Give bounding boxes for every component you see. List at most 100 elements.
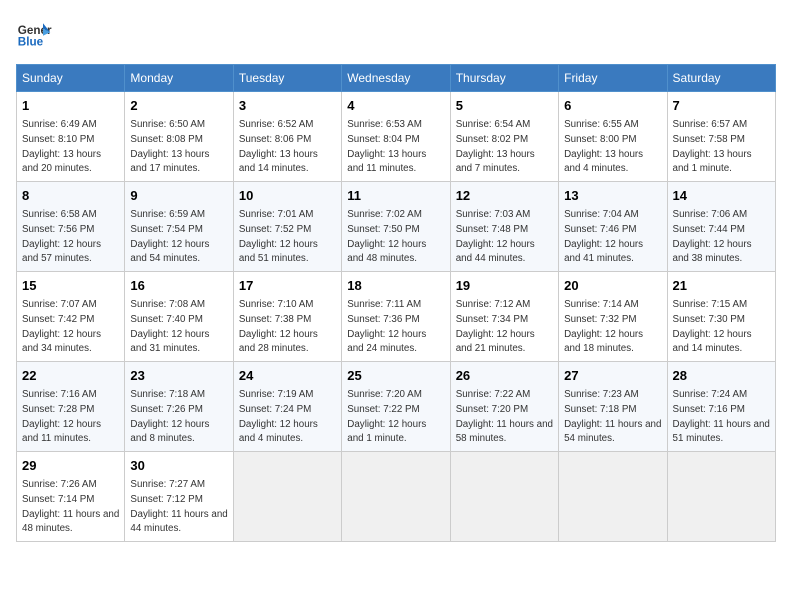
page-header: General Blue <box>16 16 776 52</box>
calendar-cell: 11 Sunrise: 7:02 AMSunset: 7:50 PMDaylig… <box>342 182 450 272</box>
day-number: 10 <box>239 187 336 205</box>
day-info: Sunrise: 7:07 AMSunset: 7:42 PMDaylight:… <box>22 299 101 354</box>
svg-text:Blue: Blue <box>18 36 44 49</box>
calendar-cell: 21 Sunrise: 7:15 AMSunset: 7:30 PMDaylig… <box>667 272 775 362</box>
calendar-cell: 20 Sunrise: 7:14 AMSunset: 7:32 PMDaylig… <box>559 272 667 362</box>
day-info: Sunrise: 6:53 AMSunset: 8:04 PMDaylight:… <box>347 119 426 174</box>
day-info: Sunrise: 7:11 AMSunset: 7:36 PMDaylight:… <box>347 299 426 354</box>
day-info: Sunrise: 7:02 AMSunset: 7:50 PMDaylight:… <box>347 209 426 264</box>
calendar-cell <box>559 452 667 542</box>
day-number: 21 <box>673 277 770 295</box>
day-number: 6 <box>564 97 661 115</box>
calendar-cell <box>667 452 775 542</box>
calendar-week-2: 8 Sunrise: 6:58 AMSunset: 7:56 PMDayligh… <box>17 182 776 272</box>
day-info: Sunrise: 6:57 AMSunset: 7:58 PMDaylight:… <box>673 119 752 174</box>
day-info: Sunrise: 7:06 AMSunset: 7:44 PMDaylight:… <box>673 209 752 264</box>
day-info: Sunrise: 7:12 AMSunset: 7:34 PMDaylight:… <box>456 299 535 354</box>
day-info: Sunrise: 7:14 AMSunset: 7:32 PMDaylight:… <box>564 299 643 354</box>
day-number: 12 <box>456 187 553 205</box>
day-number: 15 <box>22 277 119 295</box>
calendar-week-4: 22 Sunrise: 7:16 AMSunset: 7:28 PMDaylig… <box>17 362 776 452</box>
calendar-cell: 18 Sunrise: 7:11 AMSunset: 7:36 PMDaylig… <box>342 272 450 362</box>
calendar-cell: 30 Sunrise: 7:27 AMSunset: 7:12 PMDaylig… <box>125 452 233 542</box>
day-number: 23 <box>130 367 227 385</box>
day-number: 26 <box>456 367 553 385</box>
day-number: 9 <box>130 187 227 205</box>
day-info: Sunrise: 6:50 AMSunset: 8:08 PMDaylight:… <box>130 119 209 174</box>
day-info: Sunrise: 7:20 AMSunset: 7:22 PMDaylight:… <box>347 389 426 444</box>
day-number: 8 <box>22 187 119 205</box>
day-info: Sunrise: 7:03 AMSunset: 7:48 PMDaylight:… <box>456 209 535 264</box>
day-number: 27 <box>564 367 661 385</box>
day-number: 20 <box>564 277 661 295</box>
calendar-cell: 19 Sunrise: 7:12 AMSunset: 7:34 PMDaylig… <box>450 272 558 362</box>
calendar-cell: 14 Sunrise: 7:06 AMSunset: 7:44 PMDaylig… <box>667 182 775 272</box>
calendar-cell: 17 Sunrise: 7:10 AMSunset: 7:38 PMDaylig… <box>233 272 341 362</box>
day-info: Sunrise: 6:52 AMSunset: 8:06 PMDaylight:… <box>239 119 318 174</box>
column-header-saturday: Saturday <box>667 65 775 92</box>
day-number: 19 <box>456 277 553 295</box>
day-number: 30 <box>130 457 227 475</box>
column-header-monday: Monday <box>125 65 233 92</box>
calendar-header-row: SundayMondayTuesdayWednesdayThursdayFrid… <box>17 65 776 92</box>
column-header-tuesday: Tuesday <box>233 65 341 92</box>
calendar-cell: 27 Sunrise: 7:23 AMSunset: 7:18 PMDaylig… <box>559 362 667 452</box>
calendar-cell <box>342 452 450 542</box>
day-info: Sunrise: 7:18 AMSunset: 7:26 PMDaylight:… <box>130 389 209 444</box>
day-info: Sunrise: 7:26 AMSunset: 7:14 PMDaylight:… <box>22 479 119 534</box>
calendar-cell: 1 Sunrise: 6:49 AMSunset: 8:10 PMDayligh… <box>17 92 125 182</box>
day-number: 22 <box>22 367 119 385</box>
day-number: 18 <box>347 277 444 295</box>
day-info: Sunrise: 7:08 AMSunset: 7:40 PMDaylight:… <box>130 299 209 354</box>
day-number: 7 <box>673 97 770 115</box>
day-number: 11 <box>347 187 444 205</box>
day-info: Sunrise: 7:10 AMSunset: 7:38 PMDaylight:… <box>239 299 318 354</box>
calendar-cell: 23 Sunrise: 7:18 AMSunset: 7:26 PMDaylig… <box>125 362 233 452</box>
calendar-week-5: 29 Sunrise: 7:26 AMSunset: 7:14 PMDaylig… <box>17 452 776 542</box>
calendar-cell: 15 Sunrise: 7:07 AMSunset: 7:42 PMDaylig… <box>17 272 125 362</box>
column-header-wednesday: Wednesday <box>342 65 450 92</box>
day-info: Sunrise: 7:16 AMSunset: 7:28 PMDaylight:… <box>22 389 101 444</box>
day-info: Sunrise: 6:49 AMSunset: 8:10 PMDaylight:… <box>22 119 101 174</box>
calendar-cell: 7 Sunrise: 6:57 AMSunset: 7:58 PMDayligh… <box>667 92 775 182</box>
calendar-cell: 2 Sunrise: 6:50 AMSunset: 8:08 PMDayligh… <box>125 92 233 182</box>
day-info: Sunrise: 7:24 AMSunset: 7:16 PMDaylight:… <box>673 389 770 444</box>
calendar-cell: 3 Sunrise: 6:52 AMSunset: 8:06 PMDayligh… <box>233 92 341 182</box>
day-number: 25 <box>347 367 444 385</box>
day-info: Sunrise: 7:23 AMSunset: 7:18 PMDaylight:… <box>564 389 661 444</box>
calendar-cell: 29 Sunrise: 7:26 AMSunset: 7:14 PMDaylig… <box>17 452 125 542</box>
calendar-cell: 24 Sunrise: 7:19 AMSunset: 7:24 PMDaylig… <box>233 362 341 452</box>
calendar-table: SundayMondayTuesdayWednesdayThursdayFrid… <box>16 64 776 542</box>
logo: General Blue <box>16 16 52 52</box>
day-number: 1 <box>22 97 119 115</box>
day-number: 5 <box>456 97 553 115</box>
calendar-cell: 6 Sunrise: 6:55 AMSunset: 8:00 PMDayligh… <box>559 92 667 182</box>
column-header-thursday: Thursday <box>450 65 558 92</box>
day-info: Sunrise: 7:27 AMSunset: 7:12 PMDaylight:… <box>130 479 227 534</box>
calendar-cell: 4 Sunrise: 6:53 AMSunset: 8:04 PMDayligh… <box>342 92 450 182</box>
calendar-cell <box>233 452 341 542</box>
calendar-cell: 26 Sunrise: 7:22 AMSunset: 7:20 PMDaylig… <box>450 362 558 452</box>
calendar-cell: 22 Sunrise: 7:16 AMSunset: 7:28 PMDaylig… <box>17 362 125 452</box>
calendar-cell: 13 Sunrise: 7:04 AMSunset: 7:46 PMDaylig… <box>559 182 667 272</box>
day-info: Sunrise: 7:04 AMSunset: 7:46 PMDaylight:… <box>564 209 643 264</box>
day-number: 4 <box>347 97 444 115</box>
day-number: 13 <box>564 187 661 205</box>
column-header-friday: Friday <box>559 65 667 92</box>
day-number: 2 <box>130 97 227 115</box>
calendar-cell: 28 Sunrise: 7:24 AMSunset: 7:16 PMDaylig… <box>667 362 775 452</box>
day-info: Sunrise: 7:15 AMSunset: 7:30 PMDaylight:… <box>673 299 752 354</box>
calendar-cell: 25 Sunrise: 7:20 AMSunset: 7:22 PMDaylig… <box>342 362 450 452</box>
day-number: 3 <box>239 97 336 115</box>
calendar-cell: 5 Sunrise: 6:54 AMSunset: 8:02 PMDayligh… <box>450 92 558 182</box>
day-info: Sunrise: 7:01 AMSunset: 7:52 PMDaylight:… <box>239 209 318 264</box>
day-number: 28 <box>673 367 770 385</box>
calendar-cell: 12 Sunrise: 7:03 AMSunset: 7:48 PMDaylig… <box>450 182 558 272</box>
calendar-cell: 16 Sunrise: 7:08 AMSunset: 7:40 PMDaylig… <box>125 272 233 362</box>
day-number: 14 <box>673 187 770 205</box>
day-info: Sunrise: 7:22 AMSunset: 7:20 PMDaylight:… <box>456 389 553 444</box>
day-info: Sunrise: 6:59 AMSunset: 7:54 PMDaylight:… <box>130 209 209 264</box>
calendar-cell <box>450 452 558 542</box>
calendar-cell: 10 Sunrise: 7:01 AMSunset: 7:52 PMDaylig… <box>233 182 341 272</box>
calendar-week-3: 15 Sunrise: 7:07 AMSunset: 7:42 PMDaylig… <box>17 272 776 362</box>
